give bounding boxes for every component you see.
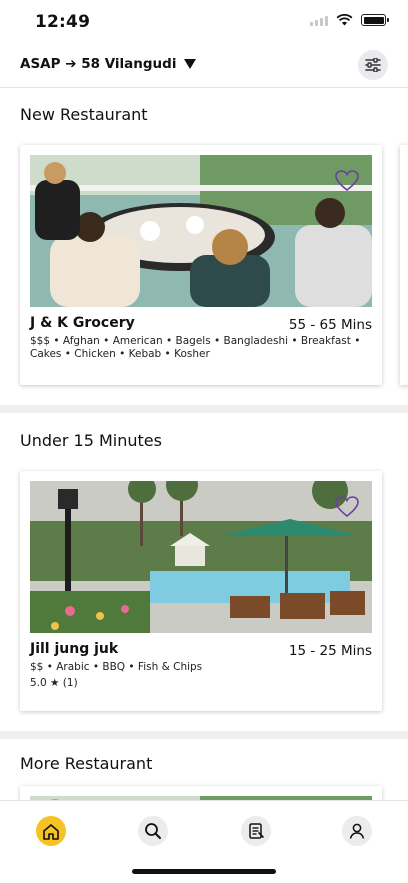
status-bar: 12:49 [0, 0, 408, 44]
header: ASAP ➔ 58 Vilangudi [0, 44, 408, 88]
orders-icon [249, 823, 264, 839]
restaurant-name: J & K Grocery [30, 315, 135, 331]
location-label: ASAP ➔ 58 Vilangudi [20, 56, 177, 72]
restaurant-card[interactable]: Jill jung juk 15 - 25 Mins $$ • Arabic •… [20, 471, 382, 711]
heart-icon[interactable] [334, 495, 360, 519]
signal-icon [310, 15, 328, 26]
filter-button[interactable] [358, 50, 388, 80]
restaurant-categories: $$$ • Afghan • American • Bagels • Bangl… [30, 335, 361, 360]
tab-home[interactable] [36, 816, 66, 846]
section-title-under-15-minutes: Under 15 Minutes [20, 431, 162, 450]
home-indicator [132, 869, 276, 874]
home-icon [43, 823, 59, 840]
tab-orders[interactable] [241, 816, 271, 846]
restaurant-image [30, 155, 372, 307]
restaurant-card[interactable] [20, 786, 382, 800]
heart-icon[interactable] [334, 169, 360, 193]
delivery-time: 15 - 25 Mins [288, 643, 372, 659]
restaurant-name: Jill jung juk [30, 641, 119, 657]
section-divider [0, 731, 408, 739]
restaurant-categories: $$ • Arabic • BBQ • Fish & Chips [30, 661, 203, 673]
restaurant-card[interactable]: J & K Grocery 55 - 65 Mins $$$ • Afghan … [20, 145, 382, 385]
wifi-icon [336, 14, 353, 26]
tab-profile[interactable] [342, 816, 372, 846]
restaurant-rating: 5.0 ★ (1) [30, 677, 78, 689]
caret-down-icon [184, 59, 197, 69]
section-title-new-restaurant: New Restaurant [20, 105, 148, 124]
status-time: 12:49 [35, 12, 91, 32]
next-card-peek[interactable] [400, 145, 408, 385]
section-title-more-restaurant: More Restaurant [20, 754, 153, 773]
status-icons [310, 14, 389, 26]
location-selector[interactable]: ASAP ➔ 58 Vilangudi [20, 56, 197, 72]
delivery-time: 55 - 65 Mins [288, 317, 372, 333]
filter-icon [365, 58, 381, 72]
content-scroll[interactable]: New Restaurant J & K Grocery 55 - 65 Min… [0, 88, 408, 800]
profile-icon [349, 823, 365, 839]
battery-icon [361, 14, 389, 26]
search-icon [145, 823, 161, 839]
section-divider [0, 405, 408, 413]
tab-search[interactable] [138, 816, 168, 846]
restaurant-image [30, 481, 372, 633]
